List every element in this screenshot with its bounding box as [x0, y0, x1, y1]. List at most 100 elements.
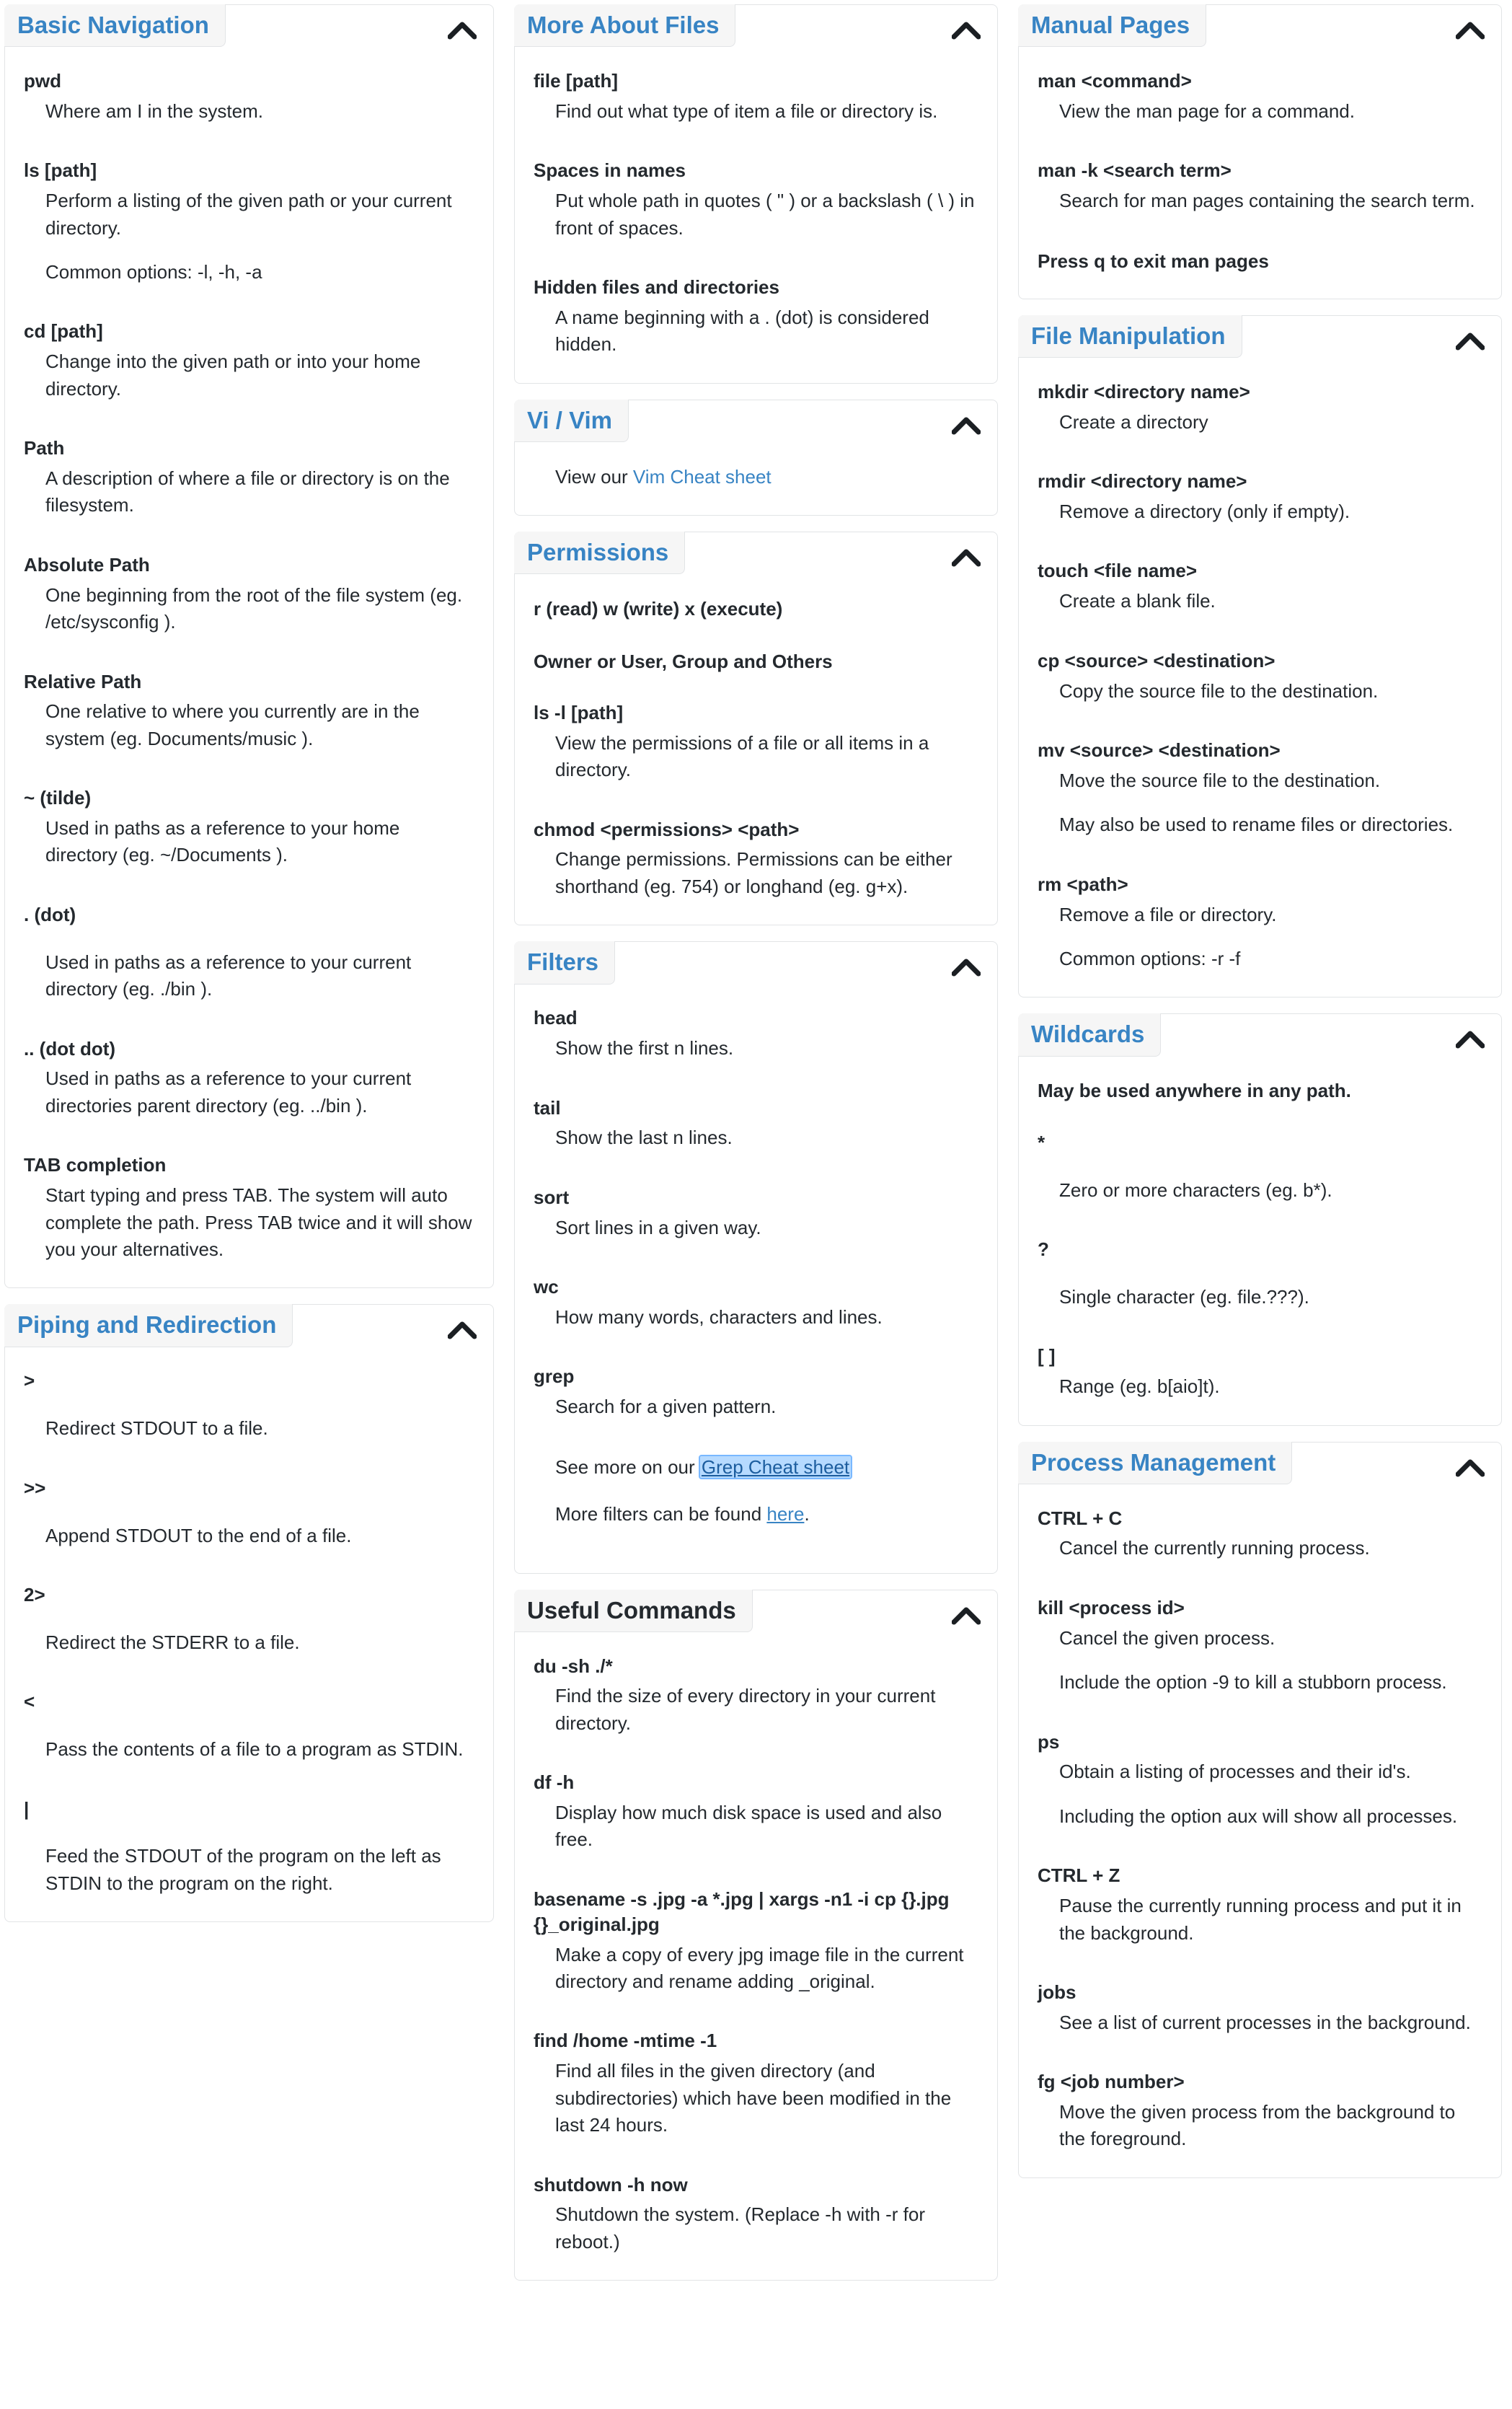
cheat-entry: Path A description of where a file or dir…: [24, 436, 473, 519]
entry-description: Redirect the STDERR to a file.: [45, 1631, 300, 1653]
cheat-entry: .. (dot dot) Used in paths as a reference…: [24, 1036, 473, 1120]
entry-term: .. (dot dot): [24, 1037, 116, 1060]
cheat-entry: tail Show the last n lines.: [534, 1096, 977, 1152]
entry-description: Make a copy of every jpg image file in t…: [555, 1943, 964, 1992]
cheat-entry: wc How many words, characters and lines.: [534, 1274, 977, 1331]
cheat-entry: Absolute Path One beginning from the root…: [24, 552, 473, 636]
cheat-entry: cd [path] Change into the given path or i…: [24, 319, 473, 402]
cheat-entry: mv <source> <destination> Move the source…: [1038, 738, 1481, 839]
cheat-entry: ls [path] Perform a listing of the given …: [24, 158, 473, 286]
entry-description: Obtain a listing of processes and their …: [1059, 1761, 1411, 1783]
column-2: More About Files file [path] Find out what…: [504, 0, 1008, 2285]
entry-description: Show the last n lines.: [555, 1127, 733, 1149]
entry-description: Remove a file or directory.: [1059, 903, 1277, 925]
entry-description: Find the size of every directory in your…: [555, 1685, 936, 1734]
entry-description: Cancel the currently running process.: [1059, 1537, 1370, 1559]
entry-term: fg <job number>: [1038, 2071, 1185, 2093]
entry-description: Sort lines in a given way.: [555, 1216, 761, 1238]
entry-description: Include the option -9 to kill a stubborn…: [1059, 1671, 1447, 1694]
cheat-entry: Hidden files and directories A name begin…: [534, 275, 977, 358]
entry-term: pwd: [24, 70, 61, 92]
entry-description: A description of where a file or directo…: [45, 467, 450, 516]
entry-description: Common options: -l, -h, -a: [45, 260, 262, 283]
entry-description: Put whole path in quotes ( " ) or a back…: [555, 190, 975, 239]
panel-title: Filters: [514, 941, 616, 985]
entry-description: Range (eg. b[aio]t).: [1059, 1375, 1220, 1398]
panel-body: May be used anywhere in any path. * Zero o…: [1019, 1059, 1501, 1400]
entry-term: mkdir <directory name>: [1038, 380, 1250, 402]
panel-body: mkdir <directory name> Create a directory…: [1019, 361, 1501, 972]
panel-header: Vi / Vim: [514, 399, 997, 445]
panel-title: Wildcards: [1018, 1013, 1162, 1057]
entry-description: One beginning from the root of the file …: [45, 583, 463, 633]
entry-term: basename -s .jpg -a *.jpg | xargs -n1 -i…: [534, 1888, 950, 1935]
link-prefix: More filters can be found: [555, 1503, 767, 1525]
panel-header: Permissions: [514, 532, 997, 577]
cheat-entry: * Zero or more characters (eg. b*).: [1038, 1130, 1481, 1204]
cheat-entry: grep Search for a given pattern.: [534, 1364, 977, 1420]
chevron-up-icon[interactable]: [1451, 322, 1490, 361]
chevron-up-icon[interactable]: [947, 1596, 986, 1635]
entry-description: How many words, characters and lines.: [555, 1305, 883, 1328]
cheat-entry: shutdown -h now Shutdown the system. (Rep…: [534, 2172, 977, 2256]
entry-term: ~ (tilde): [24, 787, 92, 809]
cheat-entry: > Redirect STDOUT to a file.: [24, 1368, 473, 1442]
entry-description: Zero or more characters (eg. b*).: [1059, 1179, 1332, 1201]
cheat-entry: ps Obtain a listing of processes and thei…: [1038, 1730, 1481, 1831]
cheat-entry: ~ (tilde) Used in paths as a reference to…: [24, 785, 473, 869]
entry-term: ls [path]: [24, 159, 97, 182]
cheat-entry: rm <path> Remove a file or directory. Comm…: [1038, 872, 1481, 973]
entry-description: Including the option aux will show all p…: [1059, 1805, 1458, 1827]
panel-header: Process Management: [1018, 1441, 1501, 1487]
cheat-entry: Spaces in names Put whole path in quotes …: [534, 158, 977, 242]
chevron-up-icon[interactable]: [1451, 1020, 1490, 1059]
vim-cheat-sheet-link[interactable]: Vim Cheat sheet: [633, 466, 772, 488]
entry-term: man <command>: [1038, 70, 1192, 92]
chevron-up-icon[interactable]: [947, 406, 986, 445]
entry-description: Used in paths as a reference to your hom…: [45, 817, 400, 866]
cheat-entry: | Feed the STDOUT of the program on the l…: [24, 1797, 473, 1898]
cheat-entry: >> Append STDOUT to the end of a file.: [24, 1476, 473, 1549]
chevron-up-icon[interactable]: [947, 948, 986, 987]
chevron-up-icon[interactable]: [1451, 1448, 1490, 1487]
chevron-up-icon[interactable]: [443, 11, 482, 50]
entry-description: Where am I in the system.: [45, 100, 263, 122]
panel-body: View our Vim Cheat sheet: [515, 445, 997, 490]
entry-term: Hidden files and directories: [534, 276, 779, 298]
entry-term: rmdir <directory name>: [1038, 470, 1247, 493]
cheat-entry: chmod <permissions> <path> Change permiss…: [534, 817, 977, 901]
chevron-up-icon[interactable]: [1451, 11, 1490, 50]
entry-term: file [path]: [534, 70, 618, 92]
panel-title: Permissions: [514, 532, 686, 575]
chevron-up-icon[interactable]: [947, 11, 986, 50]
entry-description: Change permissions. Permissions can be e…: [555, 848, 952, 897]
entry-term: ls -l [path]: [534, 701, 624, 723]
entry-term: chmod <permissions> <path>: [534, 818, 800, 840]
cheat-entry: jobs See a list of current processes in t…: [1038, 1980, 1481, 2036]
chevron-up-icon[interactable]: [443, 1311, 482, 1349]
panel-header: File Manipulation: [1018, 314, 1501, 361]
entry-description: Change into the given path or into your …: [45, 351, 421, 400]
entry-description: Move the source file to the destination.: [1059, 769, 1381, 791]
chevron-up-icon[interactable]: [947, 538, 986, 577]
cheat-entry: 2> Redirect the STDERR to a file.: [24, 1582, 473, 1656]
panel-title: Useful Commands: [514, 1589, 753, 1632]
entry-term: rm <path>: [1038, 873, 1128, 895]
cheat-entry: CTRL + C Cancel the currently running pro…: [1038, 1506, 1481, 1562]
entry-description: Create a directory: [1059, 410, 1208, 433]
entry-description: Search for a given pattern.: [555, 1396, 777, 1418]
panel-note: Press q to exit man pages: [1038, 250, 1269, 272]
entry-term: Spaces in names: [534, 159, 686, 182]
more-filters-link[interactable]: here: [766, 1503, 804, 1525]
grep-cheat-sheet-link[interactable]: Grep Cheat sheet: [698, 1454, 853, 1479]
vim-link-line: View our Vim Cheat sheet: [555, 464, 977, 490]
entry-description: View the man page for a command.: [1059, 100, 1355, 122]
entry-description: Used in paths as a reference to your cur…: [45, 951, 412, 1000]
entry-description: Remove a directory (only if empty).: [1059, 501, 1350, 523]
entry-term: tail: [534, 1096, 561, 1119]
panel-body: > Redirect STDOUT to a file. >> Append STDO…: [5, 1349, 493, 1897]
entry-term: df -h: [534, 1771, 575, 1794]
panel-header: Filters: [514, 941, 997, 987]
entry-description: See a list of current processes in the b…: [1059, 2011, 1471, 2033]
cheat-entry: df -h Display how much disk space is used…: [534, 1770, 977, 1854]
